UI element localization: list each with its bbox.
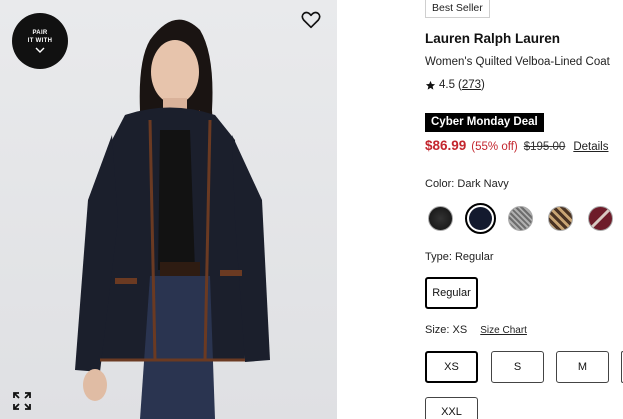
swatch-dark-navy[interactable] [465, 203, 496, 234]
swatch-houndstooth-fill [548, 206, 573, 231]
swatch-houndstooth[interactable] [545, 203, 576, 234]
product-name: Women's Quilted Velboa-Lined Coat [425, 56, 610, 68]
best-seller-badge: Best Seller [425, 0, 490, 18]
size-s-button[interactable]: S [491, 351, 544, 383]
type-label: Type: Regular [425, 251, 494, 263]
product-brand[interactable]: Lauren Ralph Lauren [425, 31, 560, 46]
pair-badge-line1: PAIR [32, 30, 48, 36]
star-icon [425, 80, 436, 90]
swatch-dark-navy-fill [469, 207, 492, 230]
size-label: Size: XS [425, 324, 468, 336]
size-xs-button[interactable]: XS [425, 351, 478, 383]
original-price: $195.00 [523, 141, 566, 153]
swatch-black-fill [428, 206, 453, 231]
swatch-grey-tweed-fill [508, 206, 533, 231]
deal-badge: Cyber Monday Deal [425, 113, 544, 132]
pair-it-with-button[interactable]: PAIR IT WITH [12, 13, 68, 69]
type-regular-button[interactable]: Regular [425, 277, 478, 309]
discount-percent: (55% off) [471, 141, 518, 153]
size-m-button[interactable]: M [556, 351, 609, 383]
review-count-link[interactable]: (273) [458, 79, 485, 91]
size-chart-link[interactable]: Size Chart [480, 325, 527, 336]
size-xxl-button[interactable]: XXL [425, 397, 478, 419]
swatch-grey-tweed[interactable] [505, 203, 536, 234]
sale-price: $86.99 [425, 138, 467, 153]
size-label-row: Size: XS Size Chart [425, 324, 527, 336]
pair-badge-line2: IT WITH [27, 38, 53, 44]
review-count[interactable]: 273 [462, 79, 481, 91]
swatch-burgundy[interactable] [585, 203, 616, 234]
swatch-burgundy-fill [588, 206, 613, 231]
rating-value: 4.5 [439, 79, 455, 91]
swatch-black[interactable] [425, 203, 456, 234]
chevron-down-icon [35, 47, 45, 53]
product-image[interactable]: PAIR IT WITH [0, 0, 337, 419]
product-rating: 4.5 (273) [425, 79, 485, 91]
price-row: $86.99 (55% off) $195.00 Details [425, 138, 608, 153]
color-swatches [425, 203, 616, 234]
heart-icon[interactable] [300, 9, 322, 31]
details-link[interactable]: Details [573, 141, 608, 153]
expand-icon[interactable] [12, 391, 32, 411]
color-label: Color: Dark Navy [425, 178, 509, 190]
